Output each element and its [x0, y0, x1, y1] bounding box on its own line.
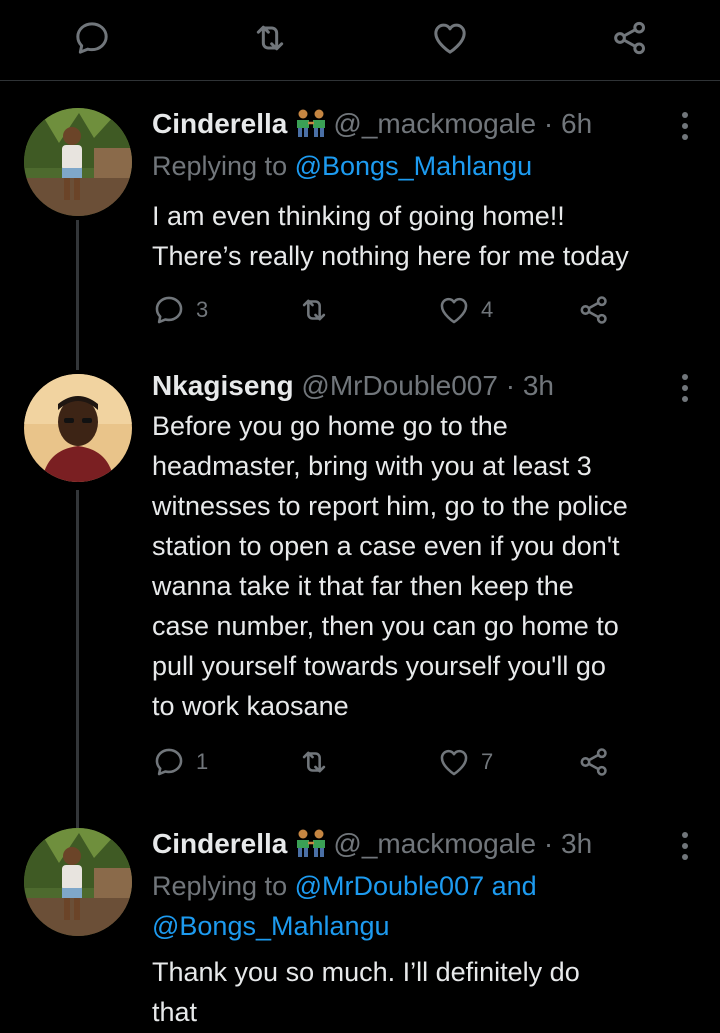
separator-dot: ·	[505, 370, 516, 401]
reply-count: 3	[196, 297, 209, 322]
share-icon	[577, 745, 611, 779]
tweet-text-line: I am even thinking of going home!!	[152, 201, 565, 231]
reply-icon	[152, 745, 186, 779]
like-count: 4	[481, 297, 494, 322]
like-icon	[437, 745, 471, 779]
tweet-text-line: Before you go home go to the	[152, 411, 508, 441]
avatar[interactable]	[24, 108, 132, 216]
separator-dot: ·	[543, 828, 554, 859]
share-icon[interactable]	[610, 18, 650, 58]
replying-to: Replying to @Bongs_Mahlangu	[152, 146, 532, 186]
tweet-action-bar	[0, 0, 720, 81]
tweet-text-line: to work kaosane	[152, 691, 349, 721]
couple-emoji-icon	[293, 828, 329, 858]
timestamp[interactable]: 3h	[523, 370, 554, 401]
tweet-text: I am even thinking of going home!! There…	[152, 196, 712, 276]
reply-button[interactable]: 3	[152, 292, 208, 328]
like-icon	[437, 293, 471, 327]
share-button[interactable]	[577, 292, 611, 328]
reply-tweet[interactable]: Nkagiseng @MrDouble007 · 3h Before you g…	[0, 364, 720, 804]
tweet-text-line: Thank you so much. I’ll definitely do	[152, 957, 580, 987]
tweet-actions: 3 4	[152, 292, 712, 332]
reply-icon	[152, 293, 186, 327]
like-count: 7	[481, 749, 494, 774]
reply-count: 1	[196, 749, 209, 774]
tweet-text-line: wanna take it that far then keep the	[152, 571, 574, 601]
couple-emoji-icon	[293, 108, 329, 138]
like-button[interactable]: 4	[437, 292, 493, 328]
more-options-icon[interactable]	[682, 112, 690, 140]
tweet-header: Cinderella @_mackmogale · 6h	[152, 104, 592, 144]
retweet-icon	[297, 293, 331, 327]
share-button[interactable]	[577, 744, 611, 780]
replying-prefix: Replying to	[152, 151, 288, 181]
display-name[interactable]: Cinderella	[152, 828, 287, 859]
display-name[interactable]: Nkagiseng	[152, 370, 294, 401]
tweet-text-line: pull yourself towards yourself you'll go	[152, 651, 606, 681]
more-options-icon[interactable]	[682, 374, 690, 402]
tweet-actions: 1 7	[152, 744, 712, 784]
tweet-text-line: station to open a case even if you don't	[152, 531, 620, 561]
reply-icon[interactable]	[72, 18, 112, 58]
tweet-text: Thank you so much. I’ll definitely do th…	[152, 952, 712, 1032]
separator-dot: ·	[543, 108, 554, 139]
like-button[interactable]: 7	[437, 744, 493, 780]
timestamp[interactable]: 6h	[561, 108, 592, 139]
tweet-text-line: that	[152, 997, 198, 1027]
timestamp[interactable]: 3h	[561, 828, 592, 859]
reply-mention-link[interactable]: @MrDouble007 and	[295, 871, 537, 901]
replying-to: Replying to @MrDouble007 and	[152, 866, 537, 906]
avatar[interactable]	[24, 828, 132, 936]
display-name[interactable]: Cinderella	[152, 108, 287, 139]
tweet-text-line: witnesses to report him, go to the polic…	[152, 491, 628, 521]
user-handle[interactable]: @_mackmogale	[333, 828, 536, 859]
tweet-text-line: headmaster, bring with you at least 3	[152, 451, 592, 481]
more-options-icon[interactable]	[682, 832, 690, 860]
reply-mention-link[interactable]: @Bongs_Mahlangu	[295, 151, 533, 181]
retweet-icon[interactable]	[250, 18, 290, 58]
tweet-header: Nkagiseng @MrDouble007 · 3h	[152, 366, 554, 406]
avatar[interactable]	[24, 374, 132, 482]
user-handle[interactable]: @_mackmogale	[333, 108, 536, 139]
retweet-icon	[297, 745, 331, 779]
user-handle[interactable]: @MrDouble007	[301, 370, 498, 401]
reply-button[interactable]: 1	[152, 744, 208, 780]
reply-mention-link[interactable]: @Bongs_Mahlangu	[152, 911, 390, 941]
replying-to-continued: @Bongs_Mahlangu	[152, 906, 390, 946]
reply-tweet[interactable]: Cinderella @_mackmogale · 6h Replying to …	[0, 104, 720, 344]
like-icon[interactable]	[430, 18, 470, 58]
retweet-button[interactable]	[297, 744, 331, 780]
tweet-text-line: There’s really nothing here for me today	[152, 241, 629, 271]
tweet-header: Cinderella @_mackmogale · 3h	[152, 824, 592, 864]
reply-tweet[interactable]: Cinderella @_mackmogale · 3h Replying to …	[0, 824, 720, 1033]
tweet-text-line: case number, then you can go home to	[152, 611, 619, 641]
replying-prefix: Replying to	[152, 871, 288, 901]
retweet-button[interactable]	[297, 292, 331, 328]
tweet-text: Before you go home go to the headmaster,…	[152, 406, 712, 726]
share-icon	[577, 293, 611, 327]
